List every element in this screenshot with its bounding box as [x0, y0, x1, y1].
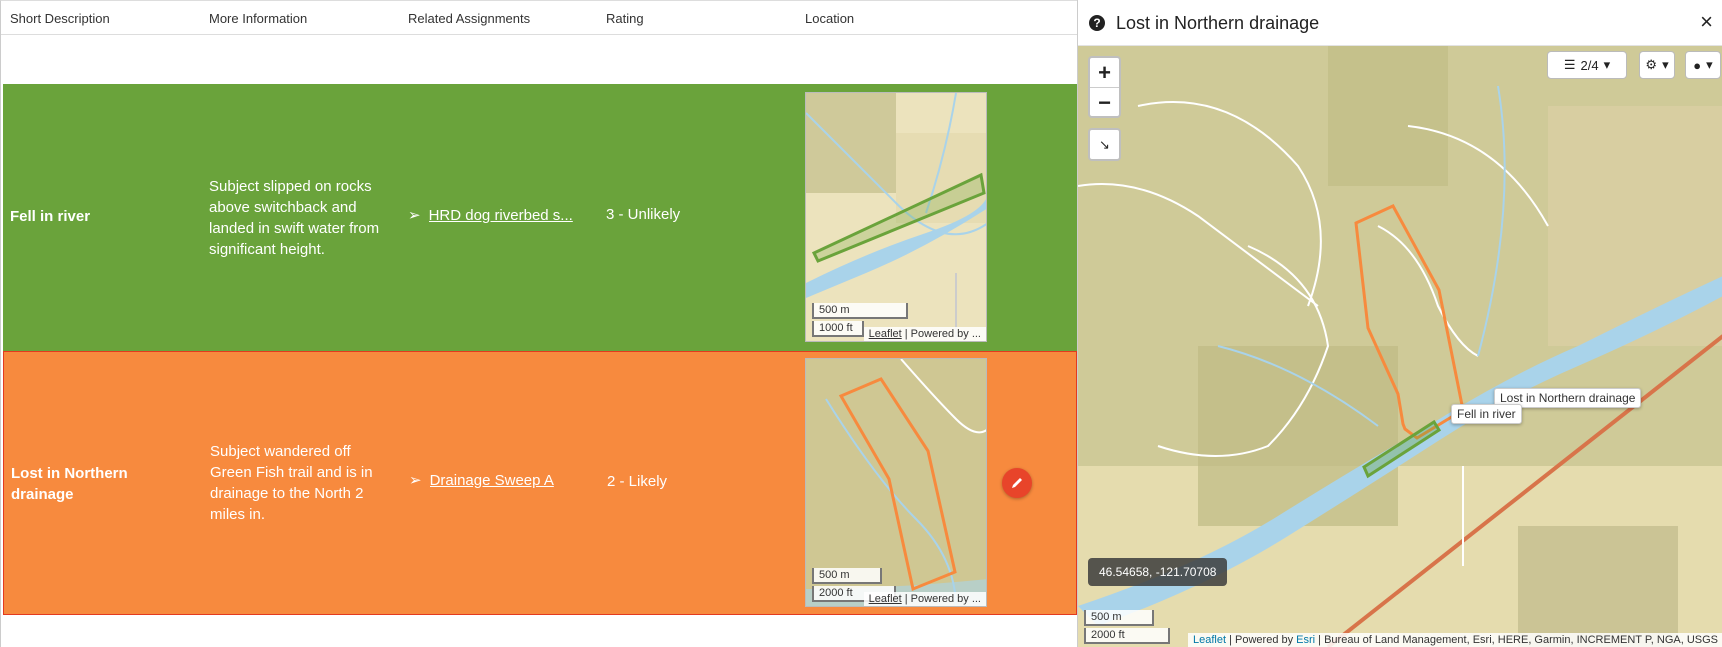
thumb-attribution: Leaflet | Powered by ...: [863, 592, 986, 606]
thumb-scale-imperial: 1000 ft: [812, 321, 864, 337]
panel-header: ? Lost in Northern drainage ×: [1078, 0, 1722, 46]
table-row[interactable]: Lost in Northern drainage Subject wander…: [3, 351, 1077, 615]
caret-down-icon: ▾: [1662, 57, 1669, 72]
layers-icon: ☰: [1563, 57, 1576, 72]
coordinates-readout: 46.54658, -121.70708: [1088, 558, 1228, 586]
attrib-rest: | Bureau of Land Management, Esri, HERE,…: [1315, 634, 1718, 646]
close-icon[interactable]: ×: [1700, 10, 1713, 34]
table-row[interactable]: Fell in river Subject slipped on rocks a…: [3, 84, 1077, 351]
related-assignment[interactable]: ➢ HRD dog riverbed s...: [408, 206, 573, 225]
header-related-assignments[interactable]: Related Assignments: [408, 11, 530, 26]
assignment-link[interactable]: Drainage Sweep A: [430, 472, 554, 489]
zoom-control: + −: [1088, 56, 1121, 118]
location-thumbnail-map[interactable]: 500 m 1000 ft Leaflet | Powered by ...: [805, 92, 987, 342]
header-location[interactable]: Location: [805, 11, 854, 26]
compress-icon: ↘: [1099, 137, 1110, 152]
zoom-in-button[interactable]: +: [1090, 58, 1119, 87]
basemap-dropdown[interactable]: ● ▾: [1685, 51, 1721, 79]
more-information: Subject wandered off Green Fish trail an…: [210, 443, 373, 523]
page: Short Description More Information Relat…: [0, 0, 1722, 647]
attrib-powered: | Powered by: [1226, 634, 1297, 646]
clues-table: Short Description More Information Relat…: [0, 0, 1078, 647]
thumb-scale-metric: 500 m: [812, 568, 882, 584]
caret-down-icon: ▾: [1603, 57, 1611, 72]
layers-label: 2/4: [1580, 57, 1599, 73]
help-icon[interactable]: ?: [1089, 15, 1105, 31]
caret-down-icon: ▾: [1706, 57, 1713, 72]
related-assignment[interactable]: ➢ Drainage Sweep A: [409, 471, 554, 490]
assignment-link-icon: ➢: [408, 207, 421, 224]
rating: 3 - Unlikely: [606, 206, 681, 223]
map-attribution: Leaflet | Powered by Esri | Bureau of La…: [1188, 633, 1722, 647]
more-information: Subject slipped on rocks above switchbac…: [209, 178, 380, 258]
leaflet-link[interactable]: Leaflet: [869, 328, 902, 340]
map-label-fell[interactable]: Fell in river: [1451, 404, 1522, 424]
settings-dropdown[interactable]: ⚙ ▾: [1639, 51, 1675, 79]
thumb-scale-metric: 500 m: [812, 303, 908, 319]
leaflet-link[interactable]: Leaflet: [1193, 634, 1226, 646]
header-short-description[interactable]: Short Description: [10, 11, 110, 26]
attribution-text: | Powered by ...: [901, 328, 981, 340]
map-tiles: [1078, 46, 1722, 647]
short-description: Fell in river: [10, 208, 91, 225]
detail-map[interactable]: + − ↘ ☰ 2/4 ▾ ⚙ ▾ ● ▾ Lost in Northern d…: [1078, 46, 1722, 647]
header-more-information[interactable]: More Information: [209, 11, 307, 26]
table-header: Short Description More Information Relat…: [1, 1, 1078, 35]
header-rating[interactable]: Rating: [606, 11, 644, 26]
panel-title: Lost in Northern drainage: [1116, 13, 1320, 33]
gear-icon: ⚙: [1645, 57, 1658, 72]
pencil-icon: [1012, 478, 1022, 488]
edit-button[interactable]: [1002, 468, 1032, 498]
attribution-text: | Powered by ...: [901, 593, 981, 605]
reset-view-button[interactable]: ↘: [1088, 128, 1121, 161]
map-scale-imperial: 2000 ft: [1084, 628, 1170, 644]
leaflet-link[interactable]: Leaflet: [869, 593, 902, 605]
globe-icon: ●: [1693, 57, 1702, 73]
map-scale-metric: 500 m: [1084, 610, 1154, 626]
short-description: Lost in Northern drainage: [11, 465, 128, 503]
thumb-attribution: Leaflet | Powered by ...: [863, 327, 986, 341]
rating: 2 - Likely: [607, 473, 668, 490]
esri-link[interactable]: Esri: [1296, 634, 1315, 646]
assignment-link-icon: ➢: [409, 472, 422, 489]
layers-dropdown[interactable]: ☰ 2/4 ▾: [1547, 51, 1627, 79]
assignment-link[interactable]: HRD dog riverbed s...: [429, 207, 573, 224]
clue-detail-panel: ? Lost in Northern drainage × + − ↘ ☰ 2/…: [1077, 0, 1722, 647]
location-thumbnail-map[interactable]: 500 m 2000 ft Leaflet | Powered by ...: [805, 358, 987, 607]
zoom-out-button[interactable]: −: [1090, 87, 1119, 116]
